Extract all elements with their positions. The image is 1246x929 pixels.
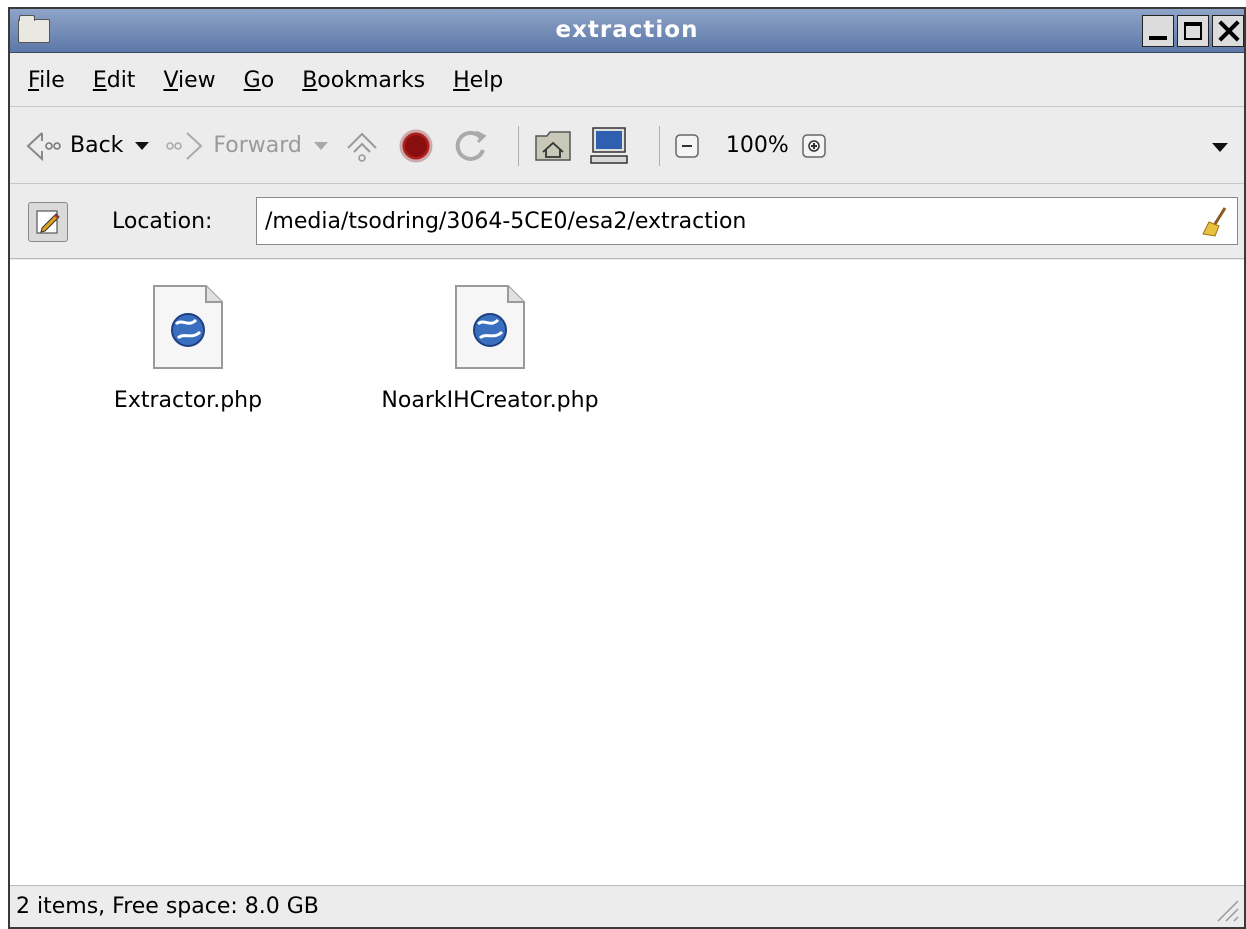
status-text: 2 items, Free space: 8.0 GB <box>16 894 319 919</box>
menu-help-label: elp <box>469 68 504 93</box>
forward-arrow-icon <box>166 131 203 160</box>
pencil-icon <box>36 209 60 234</box>
reload-button[interactable] <box>450 126 490 166</box>
menu-bookmarks-label: ookmarks <box>317 68 426 93</box>
stop-button[interactable] <box>396 126 436 166</box>
menu-help-mnemonic: H <box>453 68 470 93</box>
reload-icon <box>455 130 487 161</box>
forward-label: Forward <box>213 133 302 158</box>
stop-icon <box>399 129 433 162</box>
computer-icon <box>590 126 628 164</box>
toolbar: Back Forward 100% <box>10 108 1244 184</box>
window-controls <box>1142 15 1244 47</box>
file-item[interactable]: NoarkIHCreator.php <box>370 284 610 413</box>
menu-bookmarks[interactable]: Bookmarks <box>302 68 425 93</box>
back-history-dropdown[interactable] <box>135 141 150 150</box>
status-bar: 2 items, Free space: 8.0 GB <box>10 885 1244 927</box>
location-bar: Location: /media/tsodring/3064-5CE0/esa2… <box>10 185 1244 259</box>
file-name: NoarkIHCreator.php <box>381 388 599 413</box>
resize-grip-icon[interactable] <box>1210 893 1240 923</box>
up-button[interactable] <box>342 126 382 166</box>
location-label: Location: <box>112 209 213 234</box>
location-edit-toggle[interactable] <box>28 201 68 242</box>
file-view[interactable]: Extractor.php NoarkIHCreator.php <box>10 260 1244 885</box>
toolbar-separator <box>517 125 519 166</box>
zoom-in-icon <box>802 133 826 158</box>
toolbar-separator <box>658 125 660 166</box>
back-button[interactable]: Back <box>24 129 150 163</box>
menu-file-mnemonic: F <box>28 68 40 93</box>
zoom-out-icon <box>675 133 699 158</box>
home-button[interactable] <box>533 128 573 164</box>
php-document-icon <box>455 285 525 369</box>
computer-button[interactable] <box>587 126 631 166</box>
forward-history-dropdown[interactable] <box>313 141 328 150</box>
menu-view-mnemonic: V <box>163 68 179 93</box>
back-arrow-icon <box>26 131 61 161</box>
location-input[interactable]: /media/tsodring/3064-5CE0/esa2/extractio… <box>256 197 1238 245</box>
file-manager-window: extraction File Edit View Go Bookmarks H… <box>8 7 1246 929</box>
menu-file-label: ile <box>39 68 65 93</box>
menu-go-mnemonic: G <box>243 68 261 93</box>
up-arrow-icon <box>347 132 377 162</box>
php-document-icon <box>153 285 223 369</box>
home-folder-icon <box>535 130 571 161</box>
menu-view-label: iew <box>178 68 216 93</box>
menu-help[interactable]: Help <box>453 68 503 93</box>
back-label: Back <box>70 133 124 158</box>
zoom-level[interactable]: 100% <box>726 133 789 158</box>
forward-button[interactable]: Forward <box>163 129 328 163</box>
menu-file[interactable]: File <box>28 68 65 93</box>
file-name: Extractor.php <box>113 388 263 413</box>
menu-go[interactable]: Go <box>244 68 275 93</box>
menu-go-label: o <box>260 68 275 93</box>
toolbar-overflow-dropdown[interactable] <box>1212 143 1228 152</box>
menu-view[interactable]: View <box>163 68 215 93</box>
zoom-in-button[interactable] <box>801 133 827 159</box>
zoom-out-button[interactable] <box>674 133 700 159</box>
minimize-button[interactable] <box>1142 15 1174 47</box>
menu-edit-label: dit <box>106 68 136 93</box>
menu-edit[interactable]: Edit <box>93 68 136 93</box>
clear-broom-icon[interactable] <box>1201 206 1229 238</box>
menu-bookmarks-mnemonic: B <box>302 68 318 93</box>
location-path: /media/tsodring/3064-5CE0/esa2/extractio… <box>265 208 747 234</box>
menu-bar: File Edit View Go Bookmarks Help <box>10 55 1244 107</box>
maximize-button[interactable] <box>1177 15 1209 47</box>
menu-edit-mnemonic: E <box>92 68 107 93</box>
file-item[interactable]: Extractor.php <box>98 284 278 413</box>
title-bar[interactable]: extraction <box>10 9 1244 53</box>
close-button[interactable] <box>1212 15 1244 47</box>
window-title: extraction <box>555 17 699 43</box>
